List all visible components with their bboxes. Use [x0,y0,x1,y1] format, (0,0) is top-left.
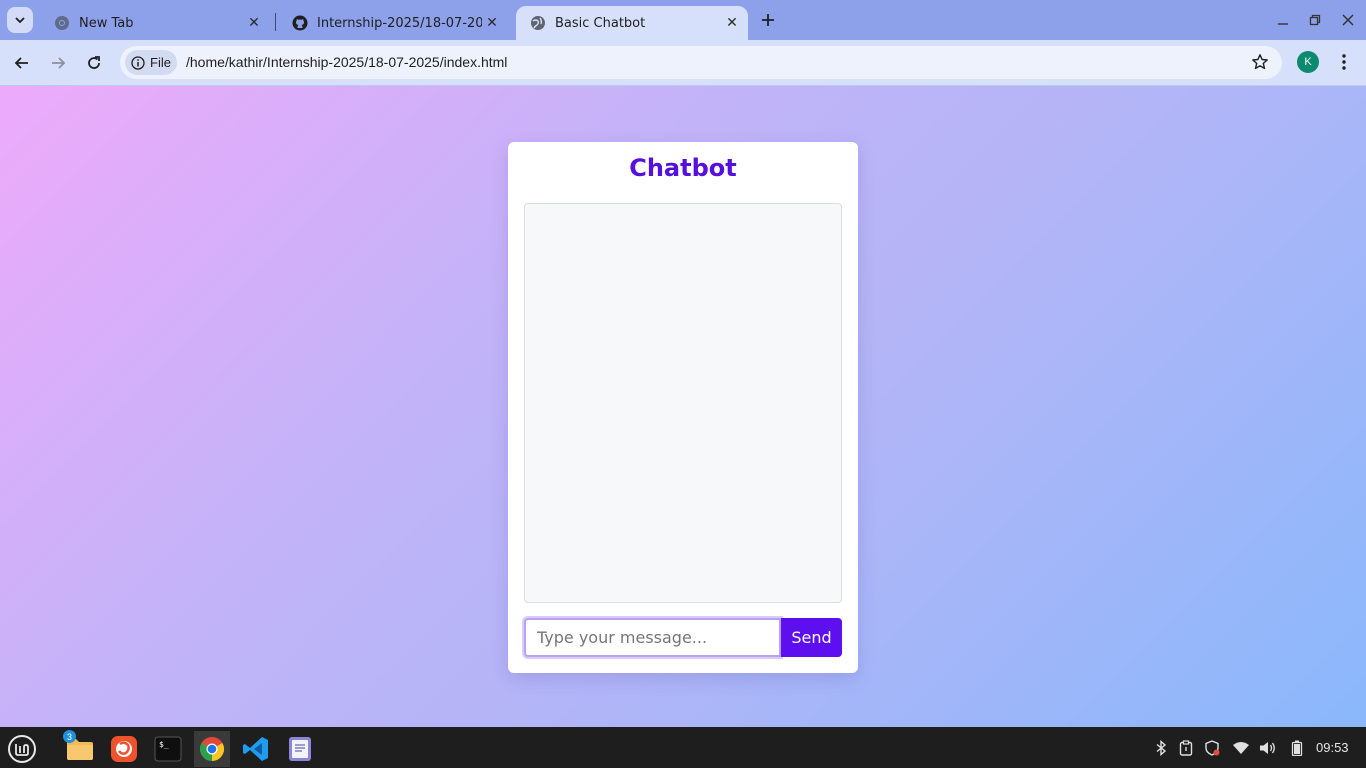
menu-icon [8,735,36,763]
arrow-left-icon [14,57,28,69]
wifi-icon [1233,742,1249,754]
chrome-favicon-icon [55,16,69,30]
vscode-app[interactable] [238,731,274,767]
vscode-icon [243,737,268,761]
site-info-label: File [150,55,171,70]
clipboard-icon [1179,740,1193,756]
files-app[interactable]: 3 [62,730,98,767]
shield-icon [1205,740,1220,756]
page-viewport: Chatbot Send [0,86,1366,727]
bluetooth-icon [1156,740,1167,756]
chrome-app[interactable] [194,731,230,767]
address-bar[interactable]: File /home/kathir/Internship-2025/18-07-… [120,46,1282,79]
start-menu-button[interactable] [4,731,40,767]
reload-icon [88,56,100,69]
close-tab-icon[interactable]: ✕ [722,13,742,33]
close-tab-icon[interactable]: ✕ [244,13,264,33]
chat-messages-area[interactable] [524,203,842,603]
tab-new-tab[interactable]: New Tab ✕ [40,6,270,40]
firefox-icon [111,736,137,762]
tab-title: Internship-2025/18-07-2025 [317,15,482,31]
chatbot-card: Chatbot Send [508,142,858,673]
chevron-down-icon [15,17,25,24]
message-input[interactable] [524,618,781,657]
info-icon [131,55,145,70]
tab-separator [275,13,276,31]
new-tab-button[interactable] [756,8,780,32]
tab-github[interactable]: Internship-2025/18-07-2025 ✕ [278,6,508,40]
tab-title: New Tab [79,15,134,31]
send-button[interactable]: Send [781,618,842,657]
wifi-tray[interactable] [1231,738,1251,758]
text-editor-app[interactable] [282,731,318,767]
files-badge: 3 [63,730,76,743]
back-button[interactable] [10,51,34,75]
close-tab-icon[interactable]: ✕ [482,13,502,33]
bluetooth-tray[interactable] [1151,738,1171,758]
more-vertical-icon [1342,54,1346,70]
terminal-icon: $_ [154,736,182,762]
forward-button[interactable] [46,51,70,75]
tab-basic-chatbot[interactable]: Basic Chatbot ✕ [516,6,748,40]
url-text[interactable]: /home/kathir/Internship-2025/18-07-2025/… [186,54,507,70]
clock[interactable]: 09:53 [1316,740,1349,755]
reload-button[interactable] [82,51,106,75]
restore-icon [1309,14,1321,26]
close-window-button[interactable] [1338,10,1358,30]
globe-icon [531,16,545,30]
terminal-app[interactable]: $_ [150,731,186,767]
tab-title: Basic Chatbot [555,15,646,31]
tab-strip: New Tab ✕ Internship-2025/18-07-2025 ✕ B… [0,0,1366,40]
chrome-icon [200,737,225,761]
text-editor-icon [289,737,311,761]
taskbar: 3 $_ 09:53 [0,727,1366,768]
browser-menu-button[interactable] [1333,51,1355,73]
browser-toolbar: File /home/kathir/Internship-2025/18-07-… [0,40,1366,86]
plus-icon [762,14,774,26]
restore-button[interactable] [1305,10,1325,30]
firefox-app[interactable] [106,731,142,767]
github-icon [292,15,308,31]
chatbot-title: Chatbot [629,154,737,182]
profile-avatar[interactable]: K [1297,51,1319,73]
arrow-right-icon [52,57,66,69]
close-icon [1342,14,1354,26]
site-info-chip[interactable]: File [125,50,177,75]
battery-tray[interactable] [1287,738,1307,758]
svg-text:$_: $_ [159,740,169,749]
minimize-icon [1278,23,1288,25]
minimize-button[interactable] [1273,10,1293,30]
update-shield-tray[interactable] [1202,738,1222,758]
bookmark-star-icon[interactable] [1251,53,1269,71]
tab-search-button[interactable] [7,7,33,33]
battery-icon [1291,740,1303,756]
volume-icon [1260,742,1275,754]
clipboard-tray[interactable] [1176,738,1196,758]
volume-tray[interactable] [1258,738,1278,758]
